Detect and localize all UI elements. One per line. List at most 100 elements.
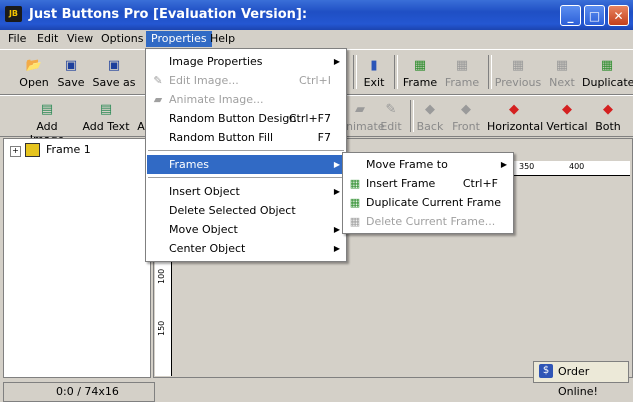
center-both-icon: ◆ — [603, 102, 613, 117]
frame-tree[interactable]: + Frame 1 — [3, 138, 151, 378]
frames-submenu: Move Frame to ▶ ▦ Insert Frame Ctrl+F ▦ … — [342, 152, 514, 234]
next-frame-button[interactable]: ▦ Next — [546, 58, 578, 89]
order-online-button[interactable]: $ Order Online! — [533, 361, 629, 398]
random-button-design-shortcut: Ctrl+F7 — [288, 112, 331, 125]
submenu-arrow-icon: ▶ — [333, 225, 340, 234]
submenu-arrow-icon: ▶ — [333, 160, 340, 169]
maximize-button[interactable]: □ — [584, 5, 605, 26]
add-text-icon: ▤ — [99, 102, 113, 117]
tree-expander[interactable]: + — [10, 146, 21, 157]
menu-item-animate-image[interactable]: ▰ Animate Image... — [147, 90, 345, 109]
bring-front-button[interactable]: ◆ Front — [450, 102, 482, 133]
delete-selected-object-label: Delete Selected Object — [169, 204, 296, 217]
exit-door-icon: ▮ — [370, 58, 378, 73]
minimize-button[interactable]: _ — [560, 5, 581, 26]
menu-view[interactable]: View — [62, 31, 98, 47]
animate-icon: ▰ — [355, 102, 365, 117]
app-icon: JB — [5, 6, 22, 22]
previous-label: Previous — [494, 76, 542, 89]
menu-item-frames[interactable]: Frames ▶ — [147, 155, 345, 174]
toolbar-divider — [353, 55, 357, 89]
front-label: Front — [452, 120, 480, 133]
insert-frame-shortcut: Ctrl+F — [462, 177, 498, 190]
animate-button[interactable]: ▰ nimate — [346, 102, 385, 133]
menu-item-duplicate-current-frame[interactable]: ▦ Duplicate Current Frame — [344, 193, 512, 212]
menu-item-delete-selected-object[interactable]: Delete Selected Object — [147, 201, 345, 220]
back-label: Back — [416, 120, 444, 133]
send-back-button[interactable]: ◆ Back — [414, 102, 446, 133]
app-window: JB Just Buttons Pro [Evaluation Version]… — [0, 0, 633, 402]
menu-item-move-frame-to[interactable]: Move Frame to ▶ — [344, 155, 512, 174]
edit-object-button[interactable]: ✎ Edit — [378, 102, 404, 133]
menu-help[interactable]: Help — [205, 31, 240, 47]
tree-item-frame-1[interactable]: Frame 1 — [46, 143, 91, 156]
floppy-disk-icon: ▣ — [64, 58, 78, 73]
duplicate-frame-icon: ▦ — [349, 196, 361, 209]
previous-frame-icon: ▦ — [511, 58, 525, 73]
add-other-label: A — [137, 120, 145, 133]
delete-frame-button[interactable]: ▦ Frame — [444, 58, 480, 89]
menu-file[interactable]: File — [3, 31, 31, 47]
insert-frame-icon: ▦ — [349, 177, 361, 190]
position-readout: 0:0 / 74x16 — [56, 385, 119, 398]
ruler-label-350: 350 — [519, 162, 535, 171]
status-bar: 0:0 / 74x16 — [0, 380, 633, 402]
edit-label: Edit — [380, 120, 402, 133]
dollar-icon: $ — [539, 364, 553, 378]
save-button[interactable]: ▣ Save — [56, 58, 86, 89]
center-horizontal-button[interactable]: ◆ Horizontal — [487, 102, 543, 133]
submenu-arrow-icon: ▶ — [333, 244, 340, 253]
random-button-fill-label: Random Button Fill — [169, 131, 274, 144]
menu-edit[interactable]: Edit — [32, 31, 63, 47]
menu-item-move-object[interactable]: Move Object ▶ — [147, 220, 345, 239]
duplicate-current-frame-label: Duplicate Current Frame — [366, 196, 501, 209]
ruler-label-100: 100 — [157, 268, 166, 284]
open-button[interactable]: 📂 Open — [17, 58, 51, 89]
toolbar-divider — [394, 55, 398, 89]
toolbar-divider — [488, 55, 492, 89]
menu-options[interactable]: Options — [96, 31, 148, 47]
submenu-arrow-icon: ▶ — [333, 187, 340, 196]
add-frame-button[interactable]: ▦ Frame — [402, 58, 438, 89]
delete-frame-icon: ▦ — [349, 215, 361, 228]
menu-item-insert-object[interactable]: Insert Object ▶ — [147, 182, 345, 201]
save-as-button[interactable]: ▣ Save as — [92, 58, 136, 89]
menu-item-edit-image[interactable]: ✎ Edit Image... Ctrl+I — [147, 71, 345, 90]
title-bar[interactable]: JB Just Buttons Pro [Evaluation Version]… — [0, 0, 633, 30]
add-text-button[interactable]: ▤ Add Text — [82, 102, 130, 133]
delete-current-frame-label: Delete Current Frame... — [366, 215, 496, 228]
center-vertical-button[interactable]: ◆ Vertical — [546, 102, 588, 133]
edit-image-icon: ✎ — [153, 74, 163, 87]
status-panel: 0:0 / 74x16 — [3, 382, 155, 402]
next-label: Next — [549, 76, 575, 89]
exit-label: Exit — [363, 76, 385, 89]
menu-item-image-properties[interactable]: Image Properties ▶ — [147, 52, 345, 71]
duplicate-frame-button[interactable]: ▦ Duplicate — [582, 58, 633, 89]
menu-item-random-button-fill[interactable]: Random Button Fill F7 — [147, 128, 345, 147]
animate-image-icon: ▰ — [153, 93, 163, 106]
image-properties-label: Image Properties — [169, 55, 263, 68]
menu-item-insert-frame[interactable]: ▦ Insert Frame Ctrl+F — [344, 174, 512, 193]
center-both-button[interactable]: ◆ Both — [593, 102, 623, 133]
frames-label: Frames — [169, 158, 210, 171]
menu-item-random-button-design[interactable]: Random Button Design Ctrl+F7 — [147, 109, 345, 128]
menu-properties[interactable]: Properties — [146, 31, 212, 47]
save-as-icon: ▣ — [107, 58, 121, 73]
frame-add-icon: ▦ — [413, 58, 427, 73]
exit-button[interactable]: ▮ Exit — [361, 58, 387, 89]
menu-item-delete-current-frame[interactable]: ▦ Delete Current Frame... — [344, 212, 512, 231]
bring-front-icon: ◆ — [461, 102, 471, 117]
ruler-label-400: 400 — [569, 162, 585, 171]
previous-frame-button[interactable]: ▦ Previous — [494, 58, 542, 89]
move-frame-to-label: Move Frame to — [366, 158, 448, 171]
submenu-arrow-icon: ▶ — [333, 57, 340, 66]
animate-image-label: Animate Image... — [169, 93, 264, 106]
center-object-label: Center Object — [169, 242, 246, 255]
save-label: Save — [57, 76, 85, 89]
frame-disabled-label: Frame — [444, 76, 480, 89]
submenu-arrow-icon: ▶ — [500, 160, 507, 169]
menu-item-center-object[interactable]: Center Object ▶ — [147, 239, 345, 258]
both-label: Both — [595, 120, 621, 133]
add-image-icon: ▤ — [40, 102, 54, 117]
close-button[interactable]: ✕ — [608, 5, 629, 26]
